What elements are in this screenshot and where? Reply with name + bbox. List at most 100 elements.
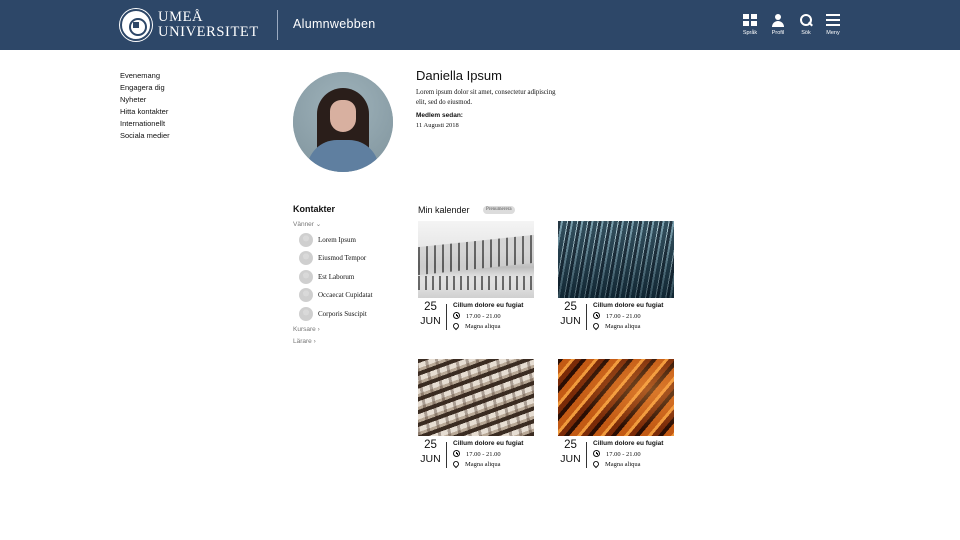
member-since-label: Medlem sedan: — [416, 112, 463, 119]
language-grid-icon — [743, 14, 757, 27]
contact-avatar — [299, 251, 313, 265]
app-name[interactable]: Alumnwebben — [293, 17, 376, 31]
menu-label: Meny — [826, 30, 840, 36]
event-card[interactable]: 25 JUN Cillum dolore eu fugiat 17.00 - 2… — [558, 359, 674, 471]
event-card[interactable]: 25 JUN Cillum dolore eu fugiat 17.00 - 2… — [418, 221, 534, 333]
event-time: 17.00 - 21.00 — [466, 451, 501, 458]
event-date-divider — [446, 442, 447, 468]
menu-button[interactable]: Meny — [821, 14, 845, 40]
event-time: 17.00 - 21.00 — [606, 313, 641, 320]
profile-icon — [771, 14, 785, 27]
clock-icon — [593, 312, 600, 319]
location-pin-icon — [591, 459, 601, 469]
member-since-value: 11 Augusti 2018 — [416, 122, 459, 129]
event-day: 25 — [424, 439, 437, 451]
university-seal-logo[interactable] — [120, 9, 152, 41]
profile-name: Daniella Ipsum — [416, 68, 502, 83]
event-time-row: 17.00 - 21.00 — [453, 450, 501, 458]
location-pin-icon — [451, 459, 461, 469]
contact-avatar — [299, 307, 313, 321]
event-title: Cillum dolore eu fugiat — [453, 440, 524, 447]
profile-avatar[interactable] — [293, 72, 393, 172]
event-image-facade — [418, 359, 534, 436]
event-card[interactable]: 25 JUN Cillum dolore eu fugiat 17.00 - 2… — [418, 359, 534, 471]
language-button[interactable]: Språk — [738, 14, 762, 40]
profile-description: Lorem ipsum dolor sit amet, consectetur … — [416, 89, 556, 106]
brand-line-1: UMEÅ — [158, 9, 204, 25]
event-place: Magna aliqua — [605, 461, 641, 468]
nav-item-evenemang[interactable]: Evenemang — [120, 70, 170, 82]
courses-label: Kursare — [293, 326, 316, 333]
side-navigation: Evenemang Engagera dig Nyheter Hitta kon… — [120, 70, 170, 142]
teachers-label: Lärare — [293, 338, 312, 345]
event-title: Cillum dolore eu fugiat — [593, 440, 664, 447]
event-place-row: Magna aliqua — [451, 321, 501, 331]
chevron-right-icon: › — [317, 326, 320, 333]
brand-line-2: UNIVERSITET — [158, 24, 259, 40]
nav-item-nyheter[interactable]: Nyheter — [120, 94, 170, 106]
language-label: Språk — [742, 30, 758, 36]
event-image-architecture — [418, 221, 534, 298]
event-date-divider — [586, 442, 587, 468]
nav-item-hitta-kontakter[interactable]: Hitta kontakter — [120, 106, 170, 118]
contact-avatar — [299, 288, 313, 302]
nav-item-sociala-medier[interactable]: Sociala medier — [120, 130, 170, 142]
contact-avatar — [299, 270, 313, 284]
clock-icon — [453, 450, 460, 457]
avatar-face — [330, 100, 356, 132]
search-icon — [799, 14, 813, 27]
header-divider — [277, 10, 278, 40]
event-date-divider — [586, 304, 587, 330]
calendar-title: Min kalender — [418, 205, 470, 215]
subscribe-badge[interactable]: Prenumerera — [483, 206, 515, 214]
search-button[interactable]: Sök — [794, 14, 818, 40]
clock-icon — [453, 312, 460, 319]
event-image-light-streaks — [558, 221, 674, 298]
menu-icon — [826, 14, 840, 27]
event-place-row: Magna aliqua — [591, 321, 641, 331]
event-place-row: Magna aliqua — [591, 459, 641, 469]
event-place: Magna aliqua — [465, 461, 501, 468]
event-time-row: 17.00 - 21.00 — [453, 312, 501, 320]
event-day: 25 — [424, 301, 437, 313]
location-pin-icon — [591, 321, 601, 331]
teachers-toggle[interactable]: Lärare › — [293, 338, 316, 345]
contact-avatar — [299, 233, 313, 247]
event-date-divider — [446, 304, 447, 330]
location-pin-icon — [451, 321, 461, 331]
event-place-row: Magna aliqua — [451, 459, 501, 469]
event-month: JUN — [560, 453, 581, 465]
event-place: Magna aliqua — [465, 323, 501, 330]
chevron-right-icon: › — [313, 338, 316, 345]
event-image-orange-waves — [558, 359, 674, 436]
chevron-down-icon: ⌄ — [315, 221, 322, 228]
profile-label: Profil — [771, 30, 785, 36]
event-time: 17.00 - 21.00 — [606, 451, 641, 458]
contact-name: Occaecat Cupidatat — [318, 291, 373, 299]
event-day: 25 — [564, 439, 577, 451]
event-time: 17.00 - 21.00 — [466, 313, 501, 320]
friends-toggle[interactable]: Vänner ⌄ — [293, 220, 321, 228]
contact-name: Est Laborum — [318, 273, 355, 281]
event-time-row: 17.00 - 21.00 — [593, 450, 641, 458]
friends-label: Vänner — [293, 221, 314, 228]
clock-icon — [593, 450, 600, 457]
event-title: Cillum dolore eu fugiat — [593, 302, 664, 309]
event-title: Cillum dolore eu fugiat — [453, 302, 524, 309]
contact-name: Eiusmod Tempor — [318, 254, 367, 262]
nav-item-internationellt[interactable]: Internationellt — [120, 118, 170, 130]
profile-button[interactable]: Profil — [766, 14, 790, 40]
event-month: JUN — [420, 453, 441, 465]
search-label: Sök — [801, 30, 811, 36]
courses-toggle[interactable]: Kursare › — [293, 326, 320, 333]
contact-name: Corporis Suscipit — [318, 310, 367, 318]
brand-wordmark[interactable]: UMEÅ UNIVERSITET — [158, 10, 259, 40]
event-card[interactable]: 25 JUN Cillum dolore eu fugiat 17.00 - 2… — [558, 221, 674, 333]
contact-name: Lorem Ipsum — [318, 236, 356, 244]
nav-item-engagera-dig[interactable]: Engagera dig — [120, 82, 170, 94]
contacts-title: Kontakter — [293, 204, 336, 214]
event-time-row: 17.00 - 21.00 — [593, 312, 641, 320]
event-day: 25 — [564, 301, 577, 313]
event-place: Magna aliqua — [605, 323, 641, 330]
event-month: JUN — [560, 315, 581, 327]
